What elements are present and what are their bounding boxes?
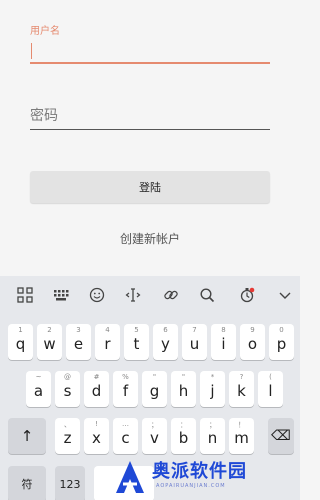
- key-i[interactable]: 8i: [211, 324, 236, 360]
- emoji-icon[interactable]: [78, 276, 116, 314]
- search-icon[interactable]: [188, 276, 226, 314]
- logo-icon: [116, 461, 144, 493]
- key-v[interactable]: ； v: [142, 418, 167, 454]
- key-f[interactable]: % f: [113, 371, 138, 407]
- key-y[interactable]: 6y: [153, 324, 178, 360]
- shift-key[interactable]: ↑: [8, 418, 46, 454]
- keyboard-toolbar: [0, 276, 300, 314]
- key-a[interactable]: ~ a: [26, 371, 51, 407]
- settings-icon[interactable]: [228, 276, 266, 314]
- key-k[interactable]: ? k: [229, 371, 254, 407]
- key-s[interactable]: @ s: [55, 371, 80, 407]
- grid-icon[interactable]: [6, 276, 44, 314]
- login-button[interactable]: 登陆: [30, 171, 270, 203]
- key-w[interactable]: 2w: [37, 324, 62, 360]
- key-g[interactable]: " g: [142, 371, 167, 407]
- key-c[interactable]: … c: [113, 418, 138, 454]
- watermark-logo: 奥派软件园 AOPAIRUANJIAN.COM: [110, 455, 300, 500]
- create-account-link[interactable]: 创建新帐户: [0, 230, 300, 247]
- link-icon[interactable]: [152, 276, 190, 314]
- key-m[interactable]: ！ m: [229, 418, 254, 454]
- key-u[interactable]: 7u: [182, 324, 207, 360]
- key-b[interactable]: ： b: [171, 418, 196, 454]
- key-o[interactable]: 9o: [240, 324, 265, 360]
- symbol-key[interactable]: 符: [8, 466, 46, 500]
- key-l[interactable]: (l: [258, 371, 283, 407]
- key-row-3: ↑ 、 z ! x … c ； v ： b ； n ！ m ⌫: [0, 418, 300, 454]
- keyboard-icon[interactable]: [42, 276, 80, 314]
- key-n[interactable]: ； n: [200, 418, 225, 454]
- username-label: 用户名: [30, 26, 60, 37]
- cursor-icon[interactable]: [114, 276, 152, 314]
- chevron-down-icon[interactable]: [266, 276, 304, 314]
- key-e[interactable]: 3e: [66, 324, 91, 360]
- key-x[interactable]: ! x: [84, 418, 109, 454]
- shift-icon: ↑: [20, 427, 34, 445]
- notification-dot: [249, 287, 255, 293]
- key-t[interactable]: 5t: [124, 324, 149, 360]
- key-z[interactable]: 、 z: [55, 418, 80, 454]
- key-row-2: ~ a @ s # d % f " g " h * j ? k (l: [0, 371, 300, 407]
- key-d[interactable]: # d: [84, 371, 109, 407]
- key-row-1: 1q 2w 3e 4r 5t 6y 7u 8i 9o 0p: [0, 324, 300, 360]
- backspace-icon: ⌫: [271, 428, 291, 444]
- text-caret: [31, 43, 32, 59]
- key-h[interactable]: " h: [171, 371, 196, 407]
- login-form: 用户名 登陆 创建新帐户: [0, 0, 300, 272]
- key-j[interactable]: * j: [200, 371, 225, 407]
- backspace-key[interactable]: ⌫: [268, 418, 294, 454]
- key-p[interactable]: 0p: [269, 324, 294, 360]
- watermark-text: 奥派软件园: [152, 461, 247, 482]
- number-key[interactable]: 123: [55, 466, 85, 500]
- password-input[interactable]: [30, 104, 270, 130]
- watermark-subtext: AOPAIRUANJIAN.COM: [156, 483, 226, 489]
- key-q[interactable]: 1q: [8, 324, 33, 360]
- key-r[interactable]: 4r: [95, 324, 120, 360]
- username-input[interactable]: [30, 38, 270, 64]
